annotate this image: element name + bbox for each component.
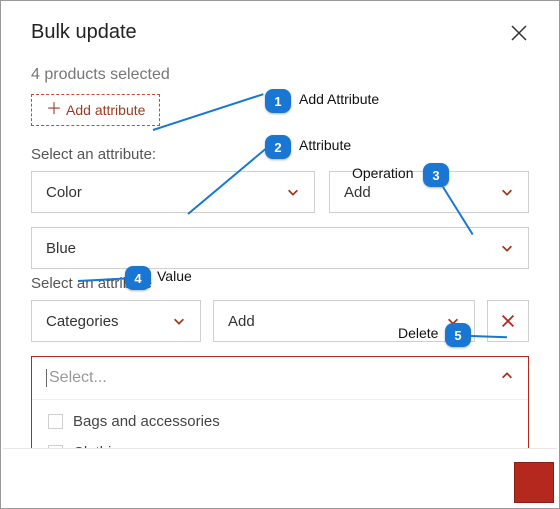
attribute-select-1-value: Color — [46, 184, 82, 201]
operation-select-2[interactable]: Add — [213, 300, 475, 342]
attribute-section-label-1: Select an attribute: — [31, 146, 529, 163]
value-select-1-value: Blue — [46, 240, 76, 257]
chevron-down-icon — [172, 314, 186, 328]
add-attribute-button[interactable]: ＋ Add attribute — [31, 94, 160, 126]
attribute-section-label-2: Select an attribute — [31, 275, 529, 292]
plus-icon: ＋ — [46, 102, 62, 118]
category-option[interactable]: Bags and accessories — [32, 406, 528, 437]
dialog-title: Bulk update — [31, 21, 137, 44]
selection-count: 4 products selected — [31, 66, 529, 84]
dialog-footer — [3, 448, 557, 506]
attribute-select-1[interactable]: Color — [31, 171, 315, 213]
checkbox-icon — [48, 414, 63, 429]
chevron-down-icon — [286, 185, 300, 199]
category-multiselect-input[interactable]: Select... — [32, 357, 528, 399]
chevron-down-icon — [446, 314, 460, 328]
attribute-select-2-value: Categories — [46, 313, 119, 330]
delete-attribute-button[interactable] — [487, 300, 529, 342]
category-option-label: Bags and accessories — [73, 413, 220, 430]
close-icon[interactable] — [509, 23, 529, 43]
category-multiselect-placeholder: Select... — [46, 369, 107, 387]
chevron-down-icon — [500, 185, 514, 199]
chevron-up-icon — [500, 369, 514, 388]
value-select-1[interactable]: Blue — [31, 227, 529, 269]
operation-select-1-value: Add — [344, 184, 371, 201]
chevron-down-icon — [500, 241, 514, 255]
attribute-select-2[interactable]: Categories — [31, 300, 201, 342]
operation-select-2-value: Add — [228, 313, 255, 330]
add-attribute-label: Add attribute — [66, 102, 145, 118]
primary-action-button[interactable] — [514, 462, 554, 503]
operation-select-1[interactable]: Add — [329, 171, 529, 213]
